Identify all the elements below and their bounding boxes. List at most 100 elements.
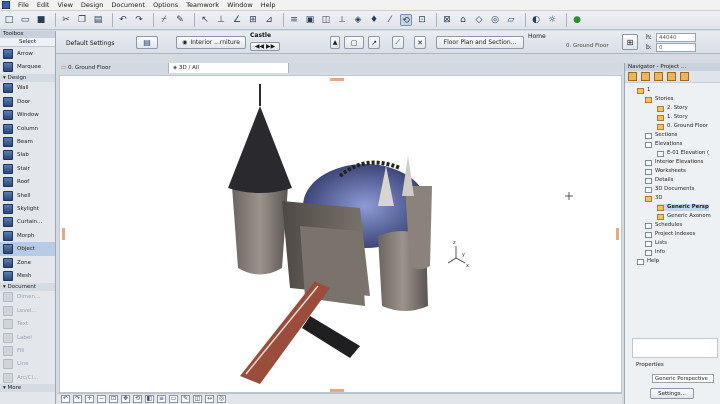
trace-icon[interactable]: ◫ bbox=[320, 14, 332, 26]
tool-mesh[interactable]: Mesh bbox=[0, 269, 55, 282]
layer-combination-icon[interactable]: ≡ bbox=[157, 395, 166, 403]
orbit-icon[interactable]: ⟲ bbox=[400, 14, 412, 26]
zoom-fit-icon[interactable]: ⊠ bbox=[441, 14, 453, 26]
selection-arrow-icon[interactable]: ↖ bbox=[199, 14, 211, 26]
tree-stories[interactable]: Stories bbox=[645, 96, 673, 103]
menu-help[interactable]: Help bbox=[261, 1, 276, 9]
tool-column[interactable]: Column bbox=[0, 122, 55, 135]
render-icon[interactable]: ◐ bbox=[530, 14, 542, 26]
zoom-out-icon[interactable]: − bbox=[97, 395, 106, 403]
anchor-method-icon[interactable]: ✕ bbox=[414, 36, 426, 49]
rectangle-method-button[interactable]: ▢ bbox=[344, 36, 364, 49]
tree-help[interactable]: Help bbox=[637, 258, 659, 265]
fit-in-window-icon[interactable]: ⊡ bbox=[109, 395, 118, 403]
copy-icon[interactable]: ❐ bbox=[76, 14, 88, 26]
toolbox-group-document[interactable]: Document bbox=[0, 282, 55, 291]
tool-shell[interactable]: Shell bbox=[0, 189, 55, 202]
snap-icon[interactable]: ∠ bbox=[231, 14, 243, 26]
cut-icon[interactable]: ✂ bbox=[60, 14, 72, 26]
teamwork-status-icon[interactable]: ● bbox=[571, 14, 583, 26]
tree-story-2[interactable]: 2. Story bbox=[657, 105, 688, 112]
navigator-preview[interactable] bbox=[632, 338, 718, 358]
tree-elevations[interactable]: Elevations bbox=[645, 141, 682, 148]
model-view-icon[interactable]: ◫ bbox=[193, 395, 202, 403]
tool-arrow[interactable]: Arrow bbox=[0, 47, 55, 60]
save-icon[interactable]: ■ bbox=[35, 14, 47, 26]
tool-line[interactable]: Line bbox=[0, 358, 55, 371]
favorites-dropdown[interactable]: ◉ Interior ...rniture bbox=[176, 36, 246, 49]
guide-line-icon[interactable]: ⊥ bbox=[215, 14, 227, 26]
redo-icon[interactable]: ↷ bbox=[133, 14, 145, 26]
worksheet-icon[interactable]: ▱ bbox=[505, 14, 517, 26]
paint-bucket-icon[interactable]: ♦ bbox=[368, 14, 380, 26]
magic-wand-icon[interactable]: ⌿ bbox=[158, 14, 170, 26]
tree-info[interactable]: Info bbox=[645, 249, 665, 256]
menu-edit[interactable]: Edit bbox=[37, 1, 50, 9]
tool-zone[interactable]: Zone bbox=[0, 256, 55, 269]
object-settings-button[interactable]: ▤ bbox=[136, 36, 158, 49]
detail-marker-icon[interactable]: ◎ bbox=[489, 14, 501, 26]
scale-icon[interactable]: ▭ bbox=[169, 395, 178, 403]
view-3d-icon[interactable]: ◈ bbox=[352, 14, 364, 26]
layout-book-icon[interactable] bbox=[654, 72, 663, 81]
height-field[interactable]: 44040 bbox=[656, 33, 696, 42]
menu-document[interactable]: Document bbox=[111, 1, 145, 9]
menu-teamwork[interactable]: Teamwork bbox=[186, 1, 219, 9]
toolbox-select[interactable]: Select bbox=[0, 38, 55, 47]
tool-marquee[interactable]: Marquee bbox=[0, 60, 55, 73]
menu-window[interactable]: Window bbox=[227, 1, 253, 9]
toolbox-group-more[interactable]: More bbox=[0, 384, 55, 393]
geometry-method-icon[interactable]: ▲ bbox=[330, 36, 340, 49]
gravity-icon[interactable]: ⊿ bbox=[263, 14, 275, 26]
tree-story-0[interactable]: 0. Ground Floor bbox=[657, 123, 708, 130]
archicad-app-icon[interactable] bbox=[2, 1, 10, 9]
grid-snap-icon[interactable]: ⊞ bbox=[247, 14, 259, 26]
view-map-icon[interactable] bbox=[641, 72, 650, 81]
rotate-method-icon[interactable]: ↗ bbox=[368, 36, 380, 49]
new-file-icon[interactable]: □ bbox=[3, 14, 15, 26]
tree-worksheets[interactable]: Worksheets bbox=[645, 168, 686, 175]
tool-roof[interactable]: Roof bbox=[0, 176, 55, 189]
eyedropper-icon[interactable]: ⁄ bbox=[384, 14, 396, 26]
menu-view[interactable]: View bbox=[57, 1, 72, 9]
tab-3d-all[interactable]: ◈ 3D / All bbox=[169, 63, 289, 73]
object-nav-arrows[interactable]: ◀◀ ▶▶ bbox=[250, 42, 280, 51]
undo-icon[interactable]: ↶ bbox=[117, 14, 129, 26]
renovation-icon[interactable]: ◎ bbox=[217, 395, 226, 403]
pan-icon[interactable]: ✥ bbox=[121, 395, 130, 403]
tool-curtain-wall[interactable]: Curtain... bbox=[0, 216, 55, 229]
dimension-icon[interactable]: ⊞ bbox=[622, 34, 638, 50]
redo-zoom-icon[interactable]: ↷ bbox=[73, 395, 82, 403]
tree-lists[interactable]: Lists bbox=[645, 240, 667, 247]
tool-window[interactable]: Window bbox=[0, 109, 55, 122]
menu-file[interactable]: File bbox=[18, 1, 29, 9]
properties-value[interactable]: Generic Perspective bbox=[652, 374, 714, 383]
tree-3d-documents[interactable]: 3D Documents bbox=[645, 186, 694, 193]
3d-viewport[interactable]: z y x bbox=[59, 75, 622, 393]
tab-ground-floor[interactable]: ▭ 0. Ground Floor bbox=[57, 63, 169, 73]
tool-slab[interactable]: Slab bbox=[0, 149, 55, 162]
tree-story-1[interactable]: 1. Story bbox=[657, 114, 688, 121]
tool-fill[interactable]: Fill bbox=[0, 344, 55, 357]
tree-generic-perspective[interactable]: Generic Persp bbox=[657, 204, 709, 211]
tool-beam[interactable]: Beam bbox=[0, 135, 55, 148]
pencil-icon[interactable]: ✎ bbox=[174, 14, 186, 26]
floor-plan-section-button[interactable]: Floor Plan and Section... bbox=[436, 36, 524, 49]
view-options-icon[interactable]: ◧ bbox=[145, 395, 154, 403]
tool-label-tool[interactable]: Label bbox=[0, 331, 55, 344]
tool-level-dimension[interactable]: Level... bbox=[0, 304, 55, 317]
publisher-sets-icon[interactable] bbox=[667, 72, 676, 81]
tool-morph[interactable]: Morph bbox=[0, 229, 55, 242]
tree-root[interactable]: 1 bbox=[637, 87, 650, 94]
tree-details[interactable]: Details bbox=[645, 177, 673, 184]
tree-3d[interactable]: 3D bbox=[645, 195, 662, 202]
tree-project-indexes[interactable]: Project Indexes bbox=[645, 231, 695, 238]
elevation-icon[interactable]: ⌂ bbox=[457, 14, 469, 26]
zoom-in-icon[interactable]: + bbox=[85, 395, 94, 403]
pen-set-icon[interactable]: ✎ bbox=[181, 395, 190, 403]
tool-dimension[interactable]: Dimen... bbox=[0, 291, 55, 304]
open-folder-icon[interactable]: ▭ bbox=[19, 14, 31, 26]
undo-zoom-icon[interactable]: ↶ bbox=[61, 395, 70, 403]
suspend-groups-icon[interactable]: ▣ bbox=[304, 14, 316, 26]
explore-icon[interactable]: ⊡ bbox=[416, 14, 428, 26]
